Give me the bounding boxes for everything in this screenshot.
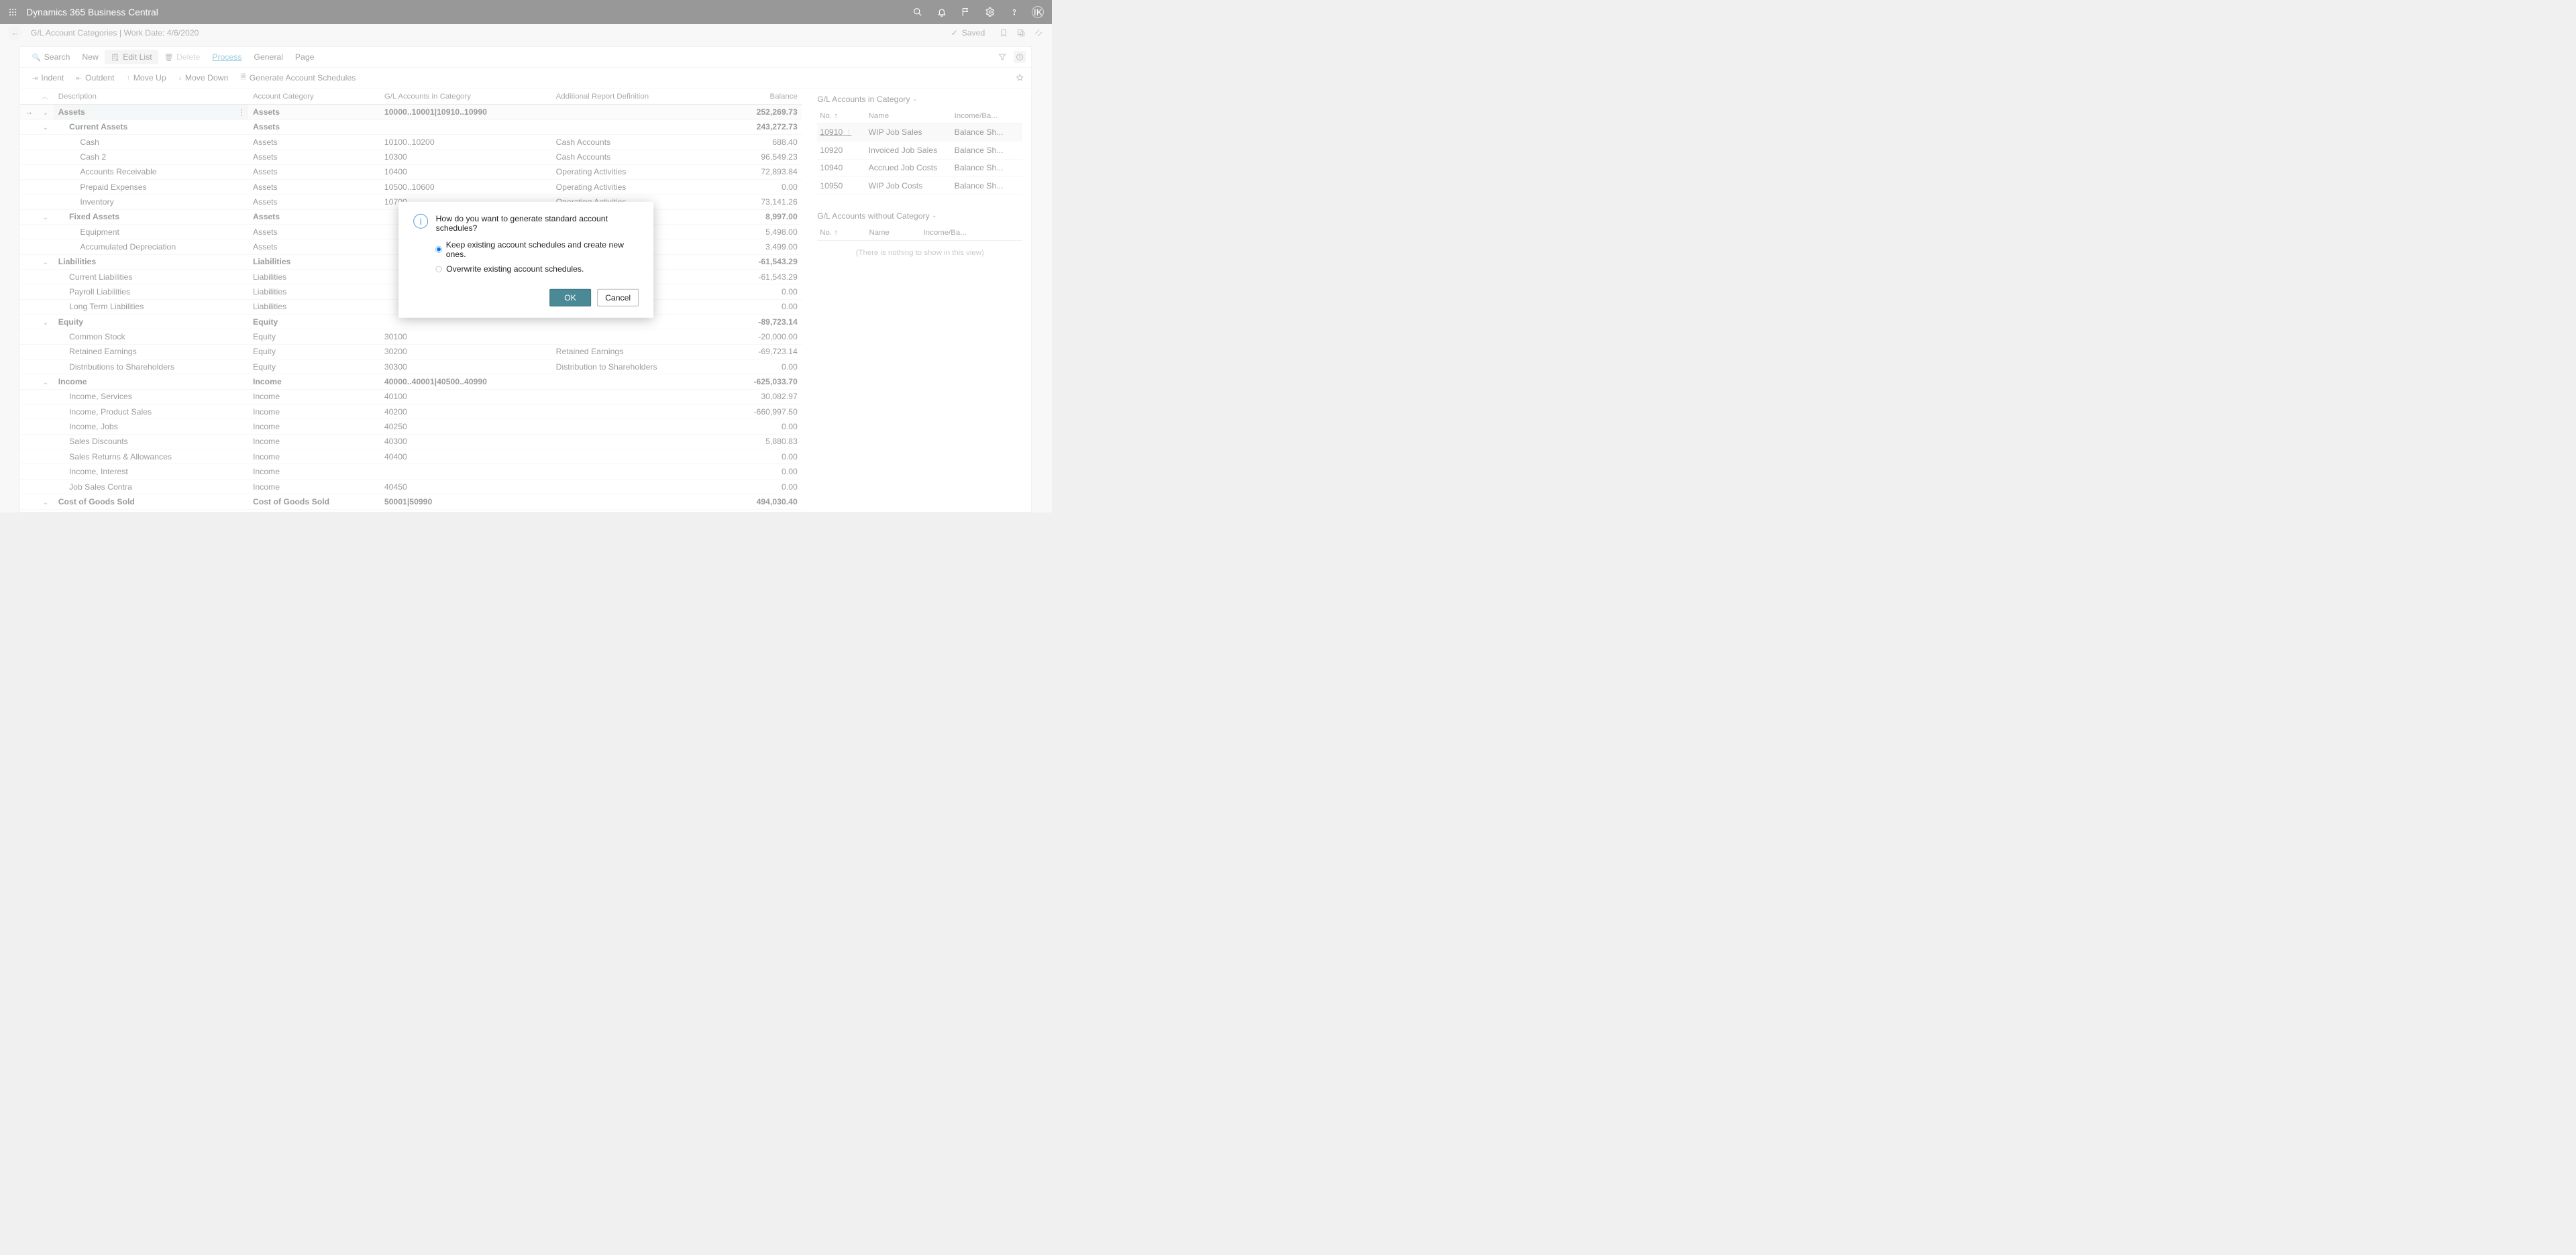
option-overwrite-label: Overwrite existing account schedules. xyxy=(446,264,584,274)
dialog-message: How do you want to generate standard acc… xyxy=(436,214,639,233)
radio-keep-existing[interactable] xyxy=(436,246,442,253)
option-keep-existing[interactable]: Keep existing account schedules and crea… xyxy=(436,240,639,259)
radio-overwrite[interactable] xyxy=(436,266,443,272)
info-icon: i xyxy=(413,214,428,229)
dialog-buttons: OK Cancel xyxy=(413,289,639,307)
option-keep-label: Keep existing account schedules and crea… xyxy=(446,240,639,259)
ok-button[interactable]: OK xyxy=(549,289,590,307)
generate-schedules-dialog: i How do you want to generate standard a… xyxy=(398,202,653,318)
option-overwrite[interactable]: Overwrite existing account schedules. xyxy=(436,264,639,274)
cancel-button[interactable]: Cancel xyxy=(598,289,639,307)
